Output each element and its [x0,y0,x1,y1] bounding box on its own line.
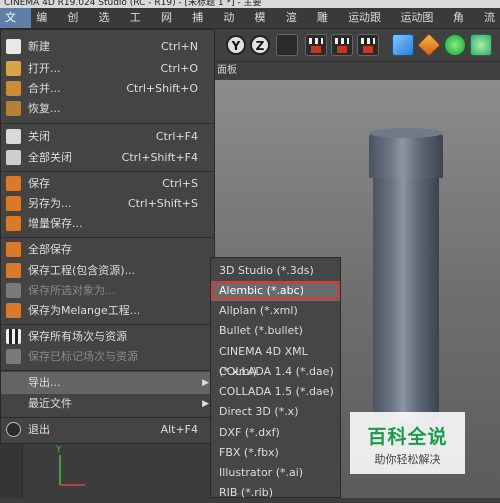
menu-item-close-all[interactable]: 全部关闭 Ctrl+Shift+F4 [1,147,214,169]
menu-item-new[interactable]: 新建 Ctrl+N [1,36,214,58]
export-fbx[interactable]: FBX (*.fbx) [211,443,340,463]
submenu-arrow-icon: ▶ [202,378,209,388]
save-all-icon [6,242,21,257]
open-folder-icon [6,61,21,76]
window-title-bar: CINEMA 4D R19.024 Studio (RC - R19) - [未… [0,0,500,8]
watermark-subtitle: 助你轻松解决 [374,453,441,466]
array-generator-icon[interactable] [470,34,492,56]
close-file-icon [6,129,21,144]
export-c4d-xml[interactable]: CINEMA 4D XML (*.xml) [211,342,340,378]
export-bullet[interactable]: Bullet (*.bullet) [211,321,340,341]
merge-icon [6,81,21,96]
bottle-cap [369,128,443,138]
window-title: CINEMA 4D R19.024 Studio (RC - R19) - [未… [4,0,262,8]
menu-item-recent-files[interactable]: 最近文件 ▶ [1,393,214,415]
menu-item-revert[interactable]: 恢复... [1,98,214,120]
close-all-icon [6,150,21,165]
cube-primitive-icon[interactable] [392,34,414,56]
svg-text:Y: Y [55,445,62,455]
export-alembic[interactable]: Alembic (*.abc) [211,281,340,301]
menu-create[interactable]: 创建 [62,8,93,44]
revert-icon [6,101,21,116]
viewport-panel-menu[interactable]: 面板 [217,62,237,80]
new-file-icon [6,39,21,54]
menu-animate[interactable]: 动画 [218,8,249,44]
menu-motion-tracking[interactable]: 运动跟踪 [343,8,395,44]
menu-tools[interactable]: 工具 [125,8,156,44]
menu-separator [1,324,214,325]
file-menu-dropdown: 新建 Ctrl+N 打开... Ctrl+O 合并... Ctrl+Shift+… [0,29,215,444]
save-icon [6,176,21,191]
menu-separator [1,171,214,172]
bottle-neck [369,132,443,178]
submenu-arrow-icon: ▶ [202,399,209,409]
menu-snap[interactable]: 捕捉 [187,8,218,44]
menu-bar: 文件 编辑 创建 选择 工具 网格 捕捉 动画 模拟 渲染 雕刻 运动跟踪 运动… [0,8,500,44]
menu-select[interactable]: 选择 [94,8,125,44]
menu-item-save-selected: 保存所选对象为... [1,280,214,302]
menu-item-merge[interactable]: 合并... Ctrl+Shift+O [1,78,214,100]
save-as-icon [6,196,21,211]
menu-separator [1,123,214,124]
menu-mesh[interactable]: 网格 [156,8,187,44]
watermark-badge: 百科全说 助你轻松解决 [350,412,465,474]
menu-item-export[interactable]: 导出... ▶ [1,372,214,394]
render-settings-icon[interactable] [357,34,379,56]
save-marked-takes-icon [6,349,21,364]
export-submenu: 3D Studio (*.3ds) Alembic (*.abc) Allpla… [210,257,341,499]
menu-separator [1,417,214,418]
menu-item-incremental-save[interactable]: 增量保存... [1,213,214,235]
watermark-title: 百科全说 [367,426,448,448]
save-selected-icon [6,283,21,298]
menu-simulate[interactable]: 模拟 [250,8,281,44]
power-icon [6,422,21,437]
viewport-header: 面板 [215,62,500,80]
menu-item-exit[interactable]: 退出 Alt+F4 [1,419,214,441]
menu-item-save-all-takes[interactable]: 保存所有场次与资源 [1,326,214,348]
menu-separator [1,370,214,371]
pen-spline-icon[interactable] [417,33,441,57]
menu-item-save-marked-takes: 保存已标记场次与资源 [1,346,214,368]
axis-gizmo-icon: Y [55,445,85,486]
z-axis-lock-button[interactable]: Z [250,35,270,55]
export-rib[interactable]: RIB (*.rib) [211,483,340,503]
save-takes-icon [6,329,21,344]
menu-item-save-all[interactable]: 全部保存 [1,239,214,261]
menu-item-save[interactable]: 保存 Ctrl+S [1,173,214,195]
menu-edit[interactable]: 编辑 [31,8,62,44]
export-allplan[interactable]: Allplan (*.xml) [211,301,340,321]
menu-render[interactable]: 渲染 [281,8,312,44]
render-to-picture-viewer-icon[interactable] [331,34,353,56]
export-direct3d[interactable]: Direct 3D (*.x) [211,402,340,422]
export-dxf[interactable]: DXF (*.dxf) [211,423,340,443]
menu-separator [1,237,214,238]
export-illustrator[interactable]: Illustrator (*.ai) [211,463,340,483]
melange-icon [6,303,21,318]
menu-item-save-as[interactable]: 另存为... Ctrl+Shift+S [1,193,214,215]
menu-item-open[interactable]: 打开... Ctrl+O [1,58,214,80]
menu-item-save-project[interactable]: 保存工程(包含资源)... [1,260,214,282]
incremental-save-icon [6,216,21,231]
menu-item-close[interactable]: 关闭 Ctrl+F4 [1,126,214,148]
menu-pipeline[interactable]: 流 [479,8,500,28]
menu-item-save-melange[interactable]: 保存为Melange工程... [1,300,214,322]
y-axis-lock-button[interactable]: Y [226,35,246,55]
menu-mograph[interactable]: 运动图形 [395,8,447,44]
export-3ds[interactable]: 3D Studio (*.3ds) [211,261,340,281]
menu-file[interactable]: 文件 [0,8,32,44]
export-collada-14[interactable]: COLLADA 1.4 (*.dae) [211,362,340,382]
render-view-icon[interactable] [305,34,327,56]
menu-sculpt[interactable]: 雕刻 [312,8,343,44]
save-project-icon [6,263,21,278]
menu-character[interactable]: 角色 [448,8,479,44]
coordinate-system-icon[interactable] [276,34,298,56]
bottle-model[interactable] [373,168,439,423]
export-collada-15[interactable]: COLLADA 1.5 (*.dae) [211,382,340,402]
subdivision-surface-icon[interactable] [444,34,466,56]
